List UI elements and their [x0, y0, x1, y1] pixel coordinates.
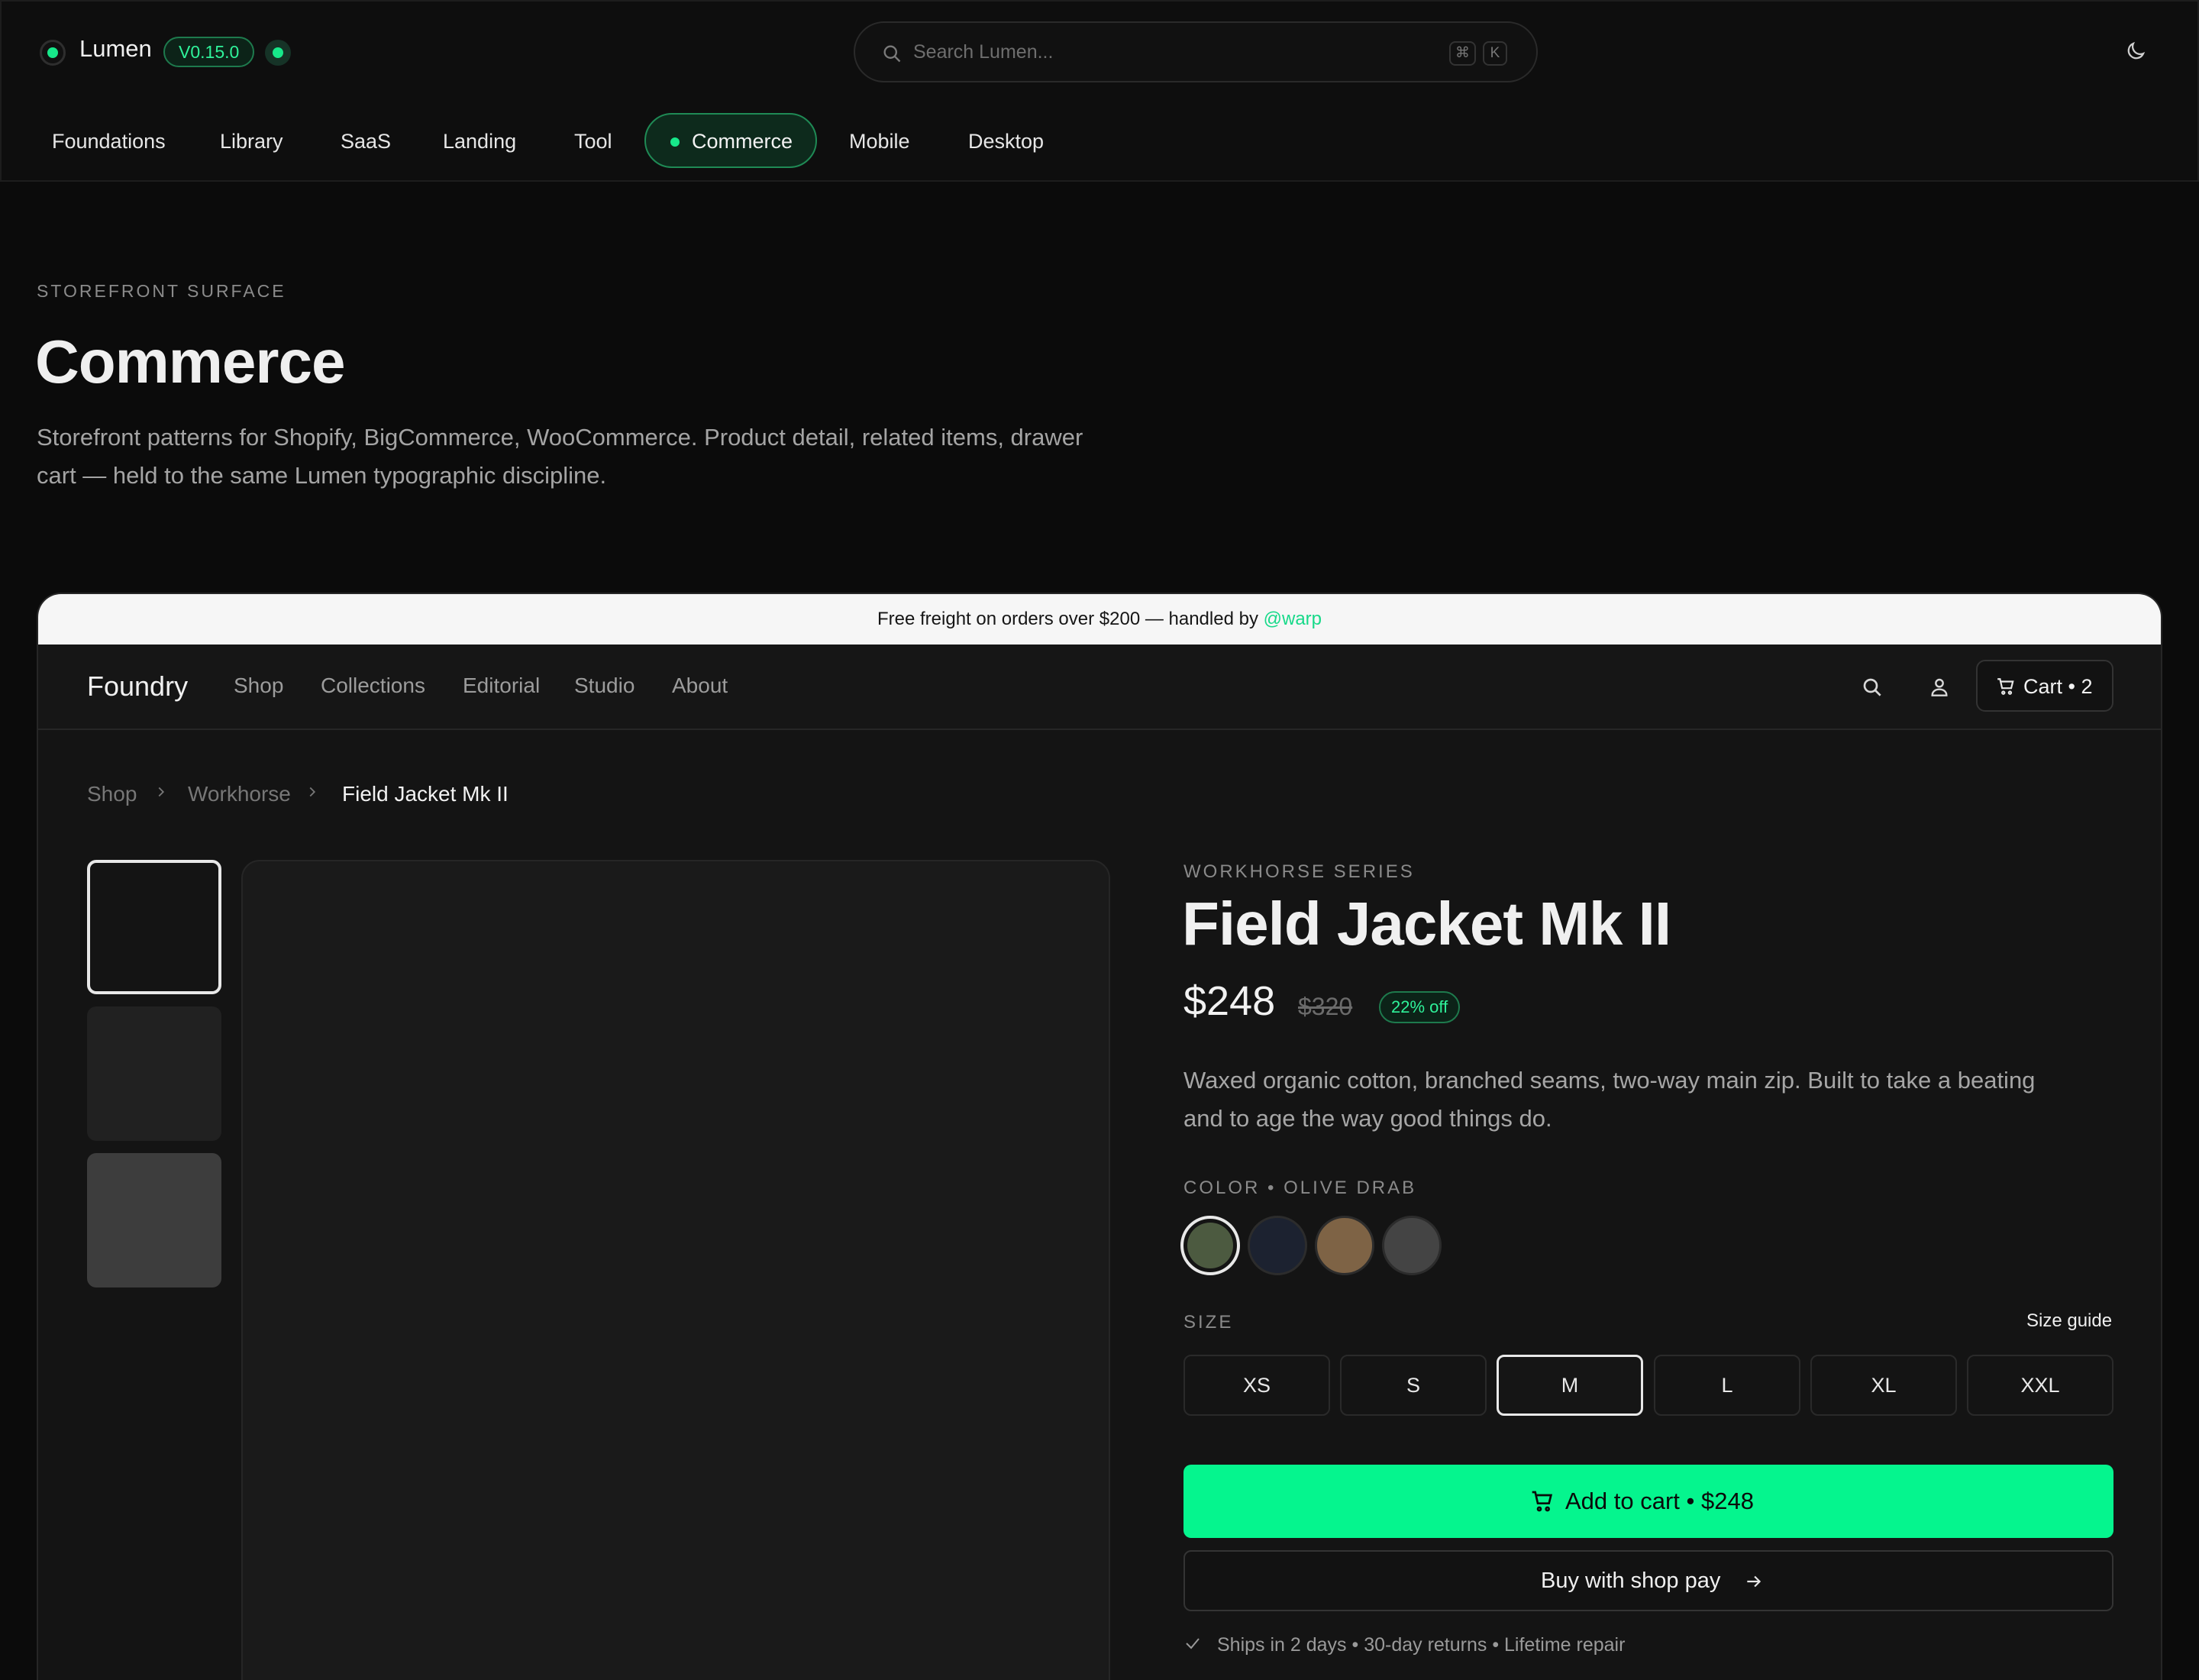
version-badge: V0.15.0: [163, 37, 255, 67]
moon-icon[interactable]: [2124, 40, 2147, 63]
swatch-navy[interactable]: [1248, 1216, 1307, 1275]
tab-desktop[interactable]: Desktop: [968, 130, 1044, 153]
size-l-button[interactable]: L: [1654, 1355, 1800, 1416]
breadcrumb-shop[interactable]: Shop: [87, 782, 137, 806]
lumen-logo-icon: [40, 40, 66, 66]
cart-label: Cart • 2: [2023, 675, 2093, 698]
tab-commerce-label: Commerce: [692, 130, 793, 153]
tab-tool[interactable]: Tool: [574, 130, 612, 153]
swatch-olive-drab[interactable]: [1180, 1216, 1240, 1275]
category-nav: [0, 99, 2199, 182]
cart-icon: [1997, 678, 2014, 695]
product-series: WORKHORSE SERIES: [1183, 861, 1415, 882]
storefront-preview: Free freight on orders over $200 — handl…: [37, 593, 2162, 1680]
search-placeholder: Search Lumen...: [913, 41, 1054, 63]
search-input[interactable]: Search Lumen... ⌘ K: [854, 21, 1538, 82]
color-label: COLOR • OLIVE DRAB: [1183, 1178, 1417, 1198]
cart-button[interactable]: Cart • 2: [1976, 660, 2113, 712]
shortcut-cmd-key: ⌘: [1449, 41, 1476, 66]
size-guide-link[interactable]: Size guide: [2026, 1310, 2112, 1332]
size-m-button[interactable]: M: [1497, 1355, 1643, 1416]
breadcrumb-current: Field Jacket Mk II: [342, 782, 509, 806]
tab-library[interactable]: Library: [220, 130, 283, 153]
compare-at-price: $320: [1298, 993, 1353, 1020]
search-icon[interactable]: [1860, 675, 1884, 699]
chevron-right-icon: [309, 787, 316, 797]
shipping-info: Ships in 2 days • 30-day returns • Lifet…: [1217, 1634, 1626, 1656]
check-icon: [1186, 1638, 1200, 1649]
store-header: Foundry Shop Collections Editorial Studi…: [38, 645, 2161, 730]
product-description: Waxed organic cotton, branched seams, tw…: [1183, 1067, 2036, 1132]
page-title: Commerce: [35, 328, 346, 396]
thumbnail-3[interactable]: [87, 1153, 221, 1287]
add-to-cart-button[interactable]: Add to cart • $248: [1183, 1465, 2113, 1538]
user-icon[interactable]: [1927, 675, 1952, 699]
size-xl-button[interactable]: XL: [1810, 1355, 1957, 1416]
size-xs-button[interactable]: XS: [1183, 1355, 1330, 1416]
add-to-cart-label: Add to cart • $248: [1565, 1488, 1754, 1514]
status-indicator-icon: [265, 40, 291, 66]
store-nav-about[interactable]: About: [672, 674, 728, 698]
store-nav-shop[interactable]: Shop: [234, 674, 283, 698]
app-name[interactable]: Lumen: [79, 35, 152, 63]
breadcrumb-workhorse[interactable]: Workhorse: [188, 782, 291, 806]
announcement-bar: Free freight on orders over $200 — handl…: [38, 594, 2161, 645]
page-description: Storefront patterns for Shopify, BigComm…: [37, 424, 1083, 489]
app-header: Lumen V0.15.0 Search Lumen... ⌘ K: [0, 0, 2199, 101]
store-nav-collections[interactable]: Collections: [321, 674, 425, 698]
tab-mobile[interactable]: Mobile: [849, 130, 910, 153]
thumbnail-1[interactable]: [87, 860, 221, 994]
swatch-tan[interactable]: [1315, 1216, 1374, 1275]
cart-icon: [1532, 1491, 1553, 1512]
announcement-handle-link[interactable]: @warp: [1264, 609, 1322, 629]
size-label: SIZE: [1183, 1312, 1234, 1333]
section-eyebrow: STOREFRONT SURFACE: [37, 281, 286, 301]
product-main-image: [241, 860, 1110, 1680]
product-price: $248: [1183, 978, 1276, 1024]
search-icon: [883, 45, 901, 63]
swatch-charcoal[interactable]: [1382, 1216, 1442, 1275]
shop-pay-button[interactable]: Buy with shop pay: [1183, 1550, 2113, 1611]
store-logo[interactable]: Foundry: [87, 670, 188, 703]
thumbnail-2[interactable]: [87, 1006, 221, 1141]
chevron-right-icon: [158, 787, 165, 797]
tab-commerce[interactable]: Commerce: [644, 113, 817, 168]
size-xxl-button[interactable]: XXL: [1967, 1355, 2113, 1416]
announcement-text: Free freight on orders over $200 — handl…: [877, 609, 1264, 629]
shop-pay-label: Buy with shop pay: [1541, 1569, 1721, 1593]
shortcut-k-key: K: [1483, 41, 1507, 66]
tab-foundations[interactable]: Foundations: [52, 130, 166, 153]
product-title: Field Jacket Mk II: [1182, 890, 1671, 958]
store-nav-studio[interactable]: Studio: [574, 674, 635, 698]
active-dot-icon: [670, 137, 680, 147]
tab-landing[interactable]: Landing: [443, 130, 516, 153]
arrow-right-icon: [1747, 1575, 1761, 1588]
size-s-button[interactable]: S: [1340, 1355, 1487, 1416]
store-nav-editorial[interactable]: Editorial: [463, 674, 540, 698]
discount-badge: 22% off: [1379, 991, 1461, 1023]
tab-saas[interactable]: SaaS: [341, 130, 391, 153]
